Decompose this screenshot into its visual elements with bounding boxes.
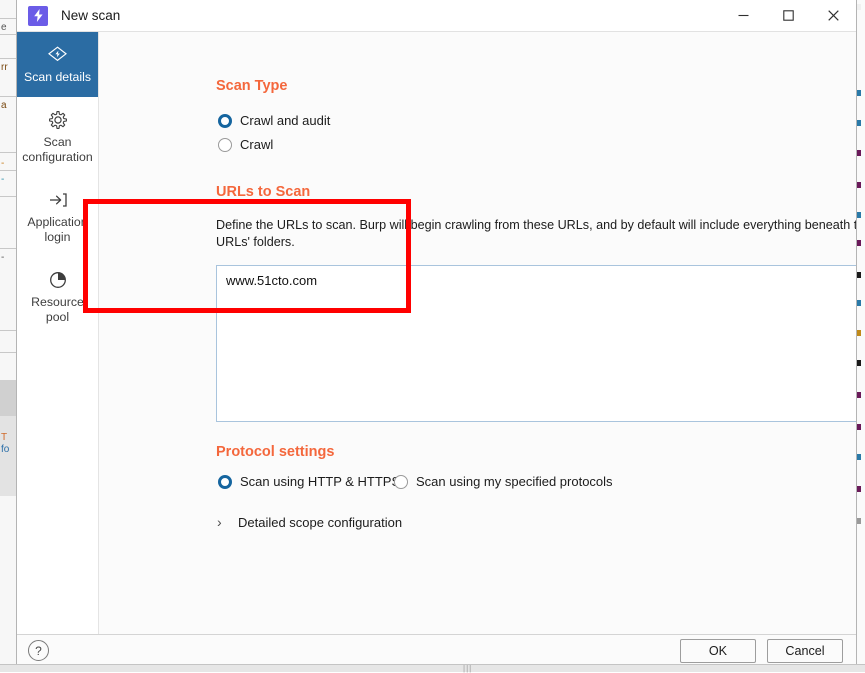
radio-indicator xyxy=(218,137,232,152)
gear-icon xyxy=(21,108,94,130)
protocol-settings-heading: Protocol settings xyxy=(216,444,335,460)
maximize-button[interactable] xyxy=(766,0,811,31)
dialog-footer: ? OK Cancel xyxy=(17,634,856,664)
radio-label: Crawl and audit xyxy=(240,113,331,128)
radio-label: Crawl xyxy=(240,137,274,152)
urls-to-scan-description: Define the URLs to scan. Burp will begin… xyxy=(216,218,856,249)
cancel-button[interactable]: Cancel xyxy=(767,638,843,663)
sidebar-item-scan-configuration[interactable]: Scan configuration xyxy=(17,97,98,177)
urls-input[interactable]: www.51cto.com xyxy=(216,265,856,422)
close-button[interactable] xyxy=(811,0,856,31)
scan-type-heading: Scan Type xyxy=(216,78,288,94)
radio-scan-specified-protocols[interactable]: Scan using my specified protocols xyxy=(394,474,613,489)
sidebar-item-label: Resource pool xyxy=(31,295,84,324)
chevron-right-icon: › xyxy=(217,514,222,530)
background-window-right-sliver xyxy=(856,0,865,672)
sidebar-item-scan-details[interactable]: Scan details xyxy=(17,32,98,97)
scan-details-panel: Scan Type Crawl and audit Crawl URLs to … xyxy=(99,32,856,634)
title-bar: New scan xyxy=(17,0,856,32)
sidebar-item-label: Scan details xyxy=(24,70,91,84)
pie-chart-icon xyxy=(21,268,94,290)
ok-button[interactable]: OK xyxy=(680,638,756,663)
radio-label: Scan using my specified protocols xyxy=(416,474,613,489)
radio-crawl[interactable]: Crawl xyxy=(218,137,273,152)
sidebar-item-label: Scan configuration xyxy=(22,135,93,164)
sidebar-item-label: Application login xyxy=(27,215,88,244)
radio-indicator xyxy=(218,113,232,128)
detailed-scope-label: Detailed scope configuration xyxy=(238,514,403,530)
urls-to-scan-heading: URLs to Scan xyxy=(216,184,311,200)
minimize-button[interactable] xyxy=(721,0,766,31)
lightning-bolt-icon xyxy=(28,5,48,26)
window-controls xyxy=(721,0,856,31)
background-window-left-sliver: e rr a - - - T fo xyxy=(0,0,17,672)
sidebar-item-application-login[interactable]: Application login xyxy=(17,177,98,257)
detailed-scope-configuration-expander[interactable]: › Detailed scope configuration xyxy=(217,514,402,530)
help-icon[interactable]: ? xyxy=(28,640,49,661)
radio-indicator xyxy=(394,474,408,489)
login-arrow-icon xyxy=(21,188,94,210)
radio-crawl-and-audit[interactable]: Crawl and audit xyxy=(218,113,330,128)
resize-grip-icon[interactable]: ||| xyxy=(463,665,477,673)
sidebar-nav: Scan details Scan configuration Applicat… xyxy=(17,32,99,634)
new-scan-dialog: New scan Scan details Scan configuration… xyxy=(16,0,857,665)
host-window-bottom-strip: ||| xyxy=(0,664,865,673)
footer-button-group: OK Cancel xyxy=(680,638,843,663)
radio-scan-http-https[interactable]: Scan using HTTP & HTTPS xyxy=(218,474,400,489)
radio-label: Scan using HTTP & HTTPS xyxy=(240,474,401,489)
radio-indicator xyxy=(218,474,232,489)
window-title: New scan xyxy=(61,8,121,23)
dialog-body: Scan details Scan configuration Applicat… xyxy=(17,32,856,634)
scan-flag-icon xyxy=(21,43,94,65)
sidebar-item-resource-pool[interactable]: Resource pool xyxy=(17,257,98,337)
